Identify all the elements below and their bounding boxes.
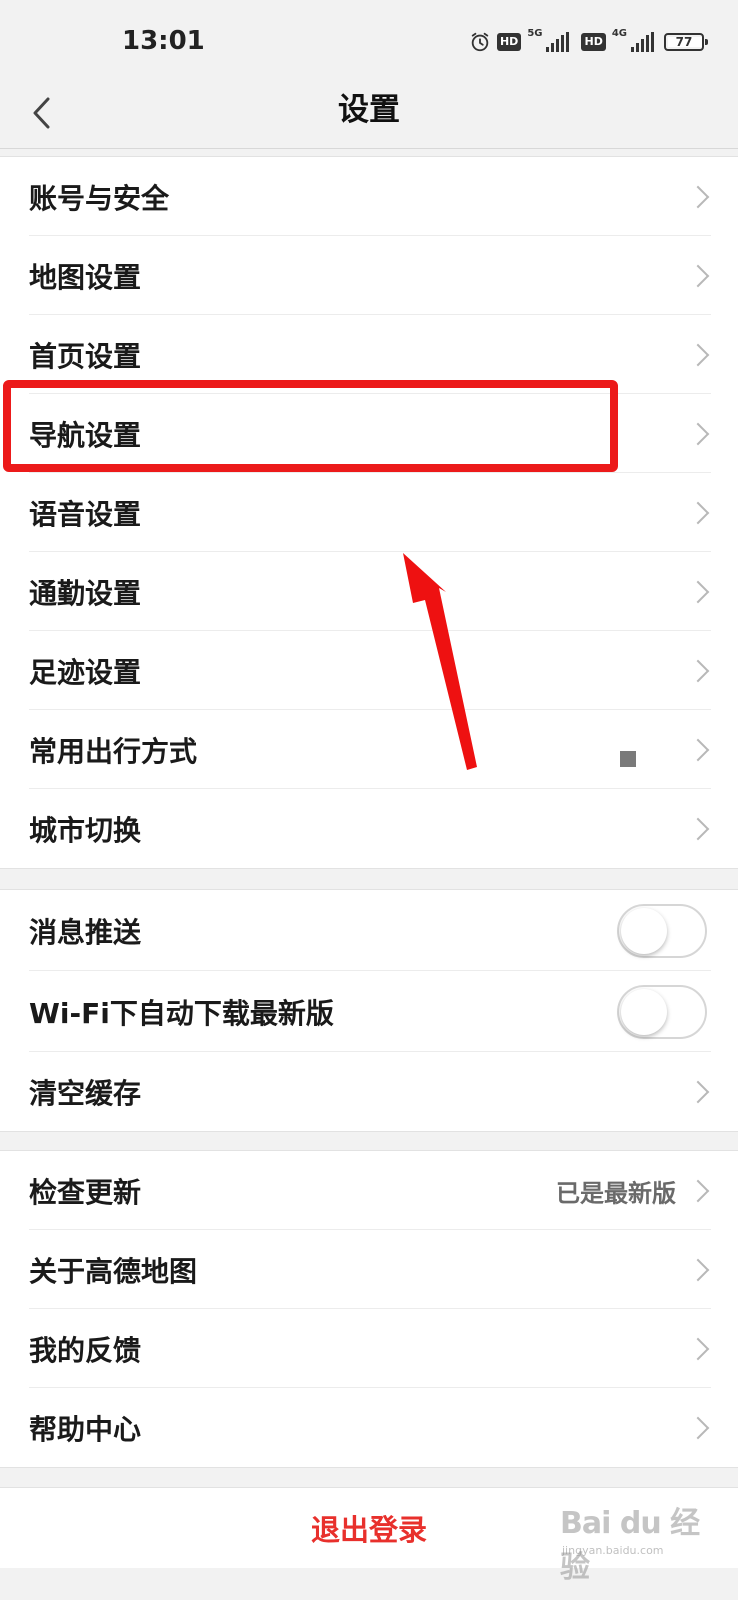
settings-item-clear-cache[interactable]: 清空缓存 xyxy=(0,1052,738,1131)
settings-item-label: Wi-Fi下自动下载最新版 xyxy=(29,996,334,1030)
settings-item-footprint[interactable]: 足迹设置 xyxy=(0,631,738,710)
settings-item-label: 通勤设置 xyxy=(29,576,142,610)
annotation-highlight-box xyxy=(3,380,618,472)
chevron-right-icon xyxy=(686,659,710,682)
settings-item-label: 足迹设置 xyxy=(29,655,142,689)
settings-item-label: 地图设置 xyxy=(29,260,142,294)
settings-item-label: 首页设置 xyxy=(29,339,142,373)
update-status: 已是最新版 xyxy=(556,1179,676,1207)
chevron-right-icon xyxy=(686,422,710,445)
watermark-sub: jingyan.baidu.com xyxy=(562,1544,664,1557)
artifact-square xyxy=(620,751,636,767)
signal-icon-1 xyxy=(546,32,570,52)
settings-item-wifi-download: Wi-Fi下自动下载最新版 xyxy=(0,971,738,1052)
hd-badge-1: HD xyxy=(496,33,522,51)
settings-item-help[interactable]: 帮助中心 xyxy=(0,1388,738,1467)
chevron-right-icon xyxy=(686,1258,710,1281)
settings-item-label: 关于高德地图 xyxy=(29,1254,198,1288)
hd-badge-2: HD xyxy=(581,33,606,51)
settings-item-travel-mode[interactable]: 常用出行方式 xyxy=(0,710,738,789)
chevron-right-icon xyxy=(686,1416,710,1439)
settings-group-about: 检查更新 已是最新版 关于高德地图 我的反馈 帮助中心 xyxy=(0,1150,738,1468)
chevron-right-icon xyxy=(686,1080,710,1103)
settings-item-check-update[interactable]: 检查更新 已是最新版 xyxy=(0,1151,738,1230)
settings-item-city-switch[interactable]: 城市切换 xyxy=(0,789,738,868)
chevron-right-icon xyxy=(686,1179,710,1202)
alarm-clock-icon xyxy=(471,32,489,52)
network-type-1: 5G xyxy=(527,27,543,39)
watermark-text: Bai du 经验 xyxy=(560,1506,700,1585)
settings-item-label: 清空缓存 xyxy=(29,1076,142,1110)
chevron-right-icon xyxy=(686,264,710,287)
baidu-watermark: Bai du 经验 jingyan.baidu.com xyxy=(548,1488,728,1585)
settings-item-label: 语音设置 xyxy=(29,497,142,531)
settings-item-label: 账号与安全 xyxy=(29,181,170,215)
settings-item-voice[interactable]: 语音设置 xyxy=(0,473,738,552)
chevron-right-icon xyxy=(686,580,710,603)
settings-item-feedback[interactable]: 我的反馈 xyxy=(0,1309,738,1388)
settings-item-map[interactable]: 地图设置 xyxy=(0,236,738,315)
settings-item-label: 常用出行方式 xyxy=(29,734,198,768)
battery-icon: 77 xyxy=(664,33,708,51)
settings-item-account-security[interactable]: 账号与安全 xyxy=(0,157,738,236)
battery-level: 77 xyxy=(675,35,693,49)
status-icons: HD 5G HD 4G 77 xyxy=(469,27,708,57)
chevron-right-icon xyxy=(686,1337,710,1360)
settings-item-label: 帮助中心 xyxy=(29,1412,142,1446)
chevron-right-icon xyxy=(686,185,710,208)
wifi-download-toggle[interactable] xyxy=(617,984,707,1039)
settings-item-label: 城市切换 xyxy=(29,813,142,847)
settings-item-label: 检查更新 xyxy=(29,1175,142,1209)
settings-item-about[interactable]: 关于高德地图 xyxy=(0,1230,738,1309)
chevron-right-icon xyxy=(686,501,710,524)
settings-item-push: 消息推送 xyxy=(0,890,738,971)
page-title: 设置 xyxy=(338,92,400,128)
chevron-right-icon xyxy=(686,738,710,761)
settings-item-label: 我的反馈 xyxy=(29,1333,142,1367)
status-bar: 13:01 HD 5G HD 4G 77 xyxy=(0,0,738,80)
settings-item-label: 消息推送 xyxy=(29,915,142,949)
push-toggle[interactable] xyxy=(617,903,707,958)
network-type-2: 4G xyxy=(611,27,627,39)
chevron-right-icon xyxy=(686,817,710,840)
settings-group-prefs: 消息推送 Wi-Fi下自动下载最新版 清空缓存 xyxy=(0,889,738,1132)
chevron-right-icon xyxy=(686,343,710,366)
settings-item-commute[interactable]: 通勤设置 xyxy=(0,552,738,631)
signal-icon-2 xyxy=(631,32,654,52)
status-time: 13:01 xyxy=(122,26,205,56)
